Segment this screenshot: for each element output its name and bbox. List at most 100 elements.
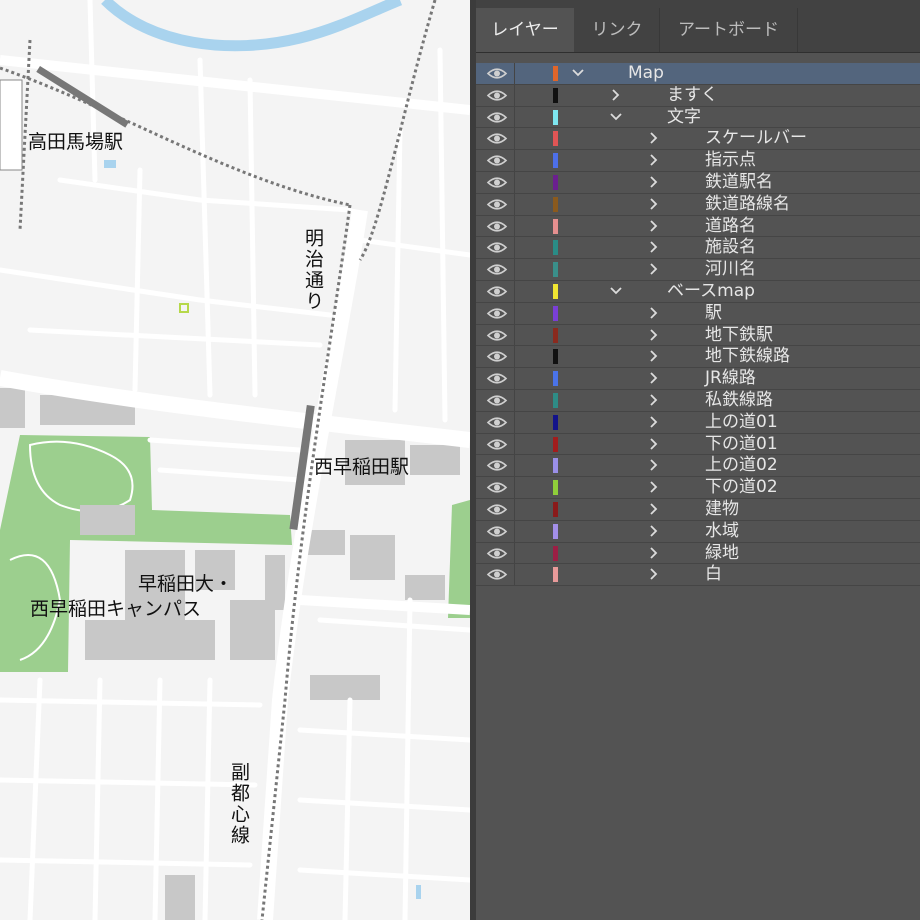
layer-row[interactable]: 指示点 <box>476 150 920 172</box>
visibility-eye-icon[interactable] <box>486 524 508 539</box>
layer-row[interactable]: 私鉄線路 <box>476 389 920 412</box>
chevron-right-icon[interactable] <box>648 219 660 233</box>
lock-column[interactable] <box>514 477 515 498</box>
lock-column[interactable] <box>514 368 515 389</box>
chevron-right-icon[interactable] <box>648 371 660 385</box>
chevron-right-icon[interactable] <box>648 524 660 538</box>
lock-column[interactable] <box>514 542 515 564</box>
lock-column[interactable] <box>514 455 515 477</box>
tab-links[interactable]: リンク <box>575 8 660 52</box>
lock-column[interactable] <box>514 63 515 84</box>
layer-row[interactable]: 下の道01 <box>476 433 920 456</box>
visibility-eye-icon[interactable] <box>486 546 508 561</box>
layer-row[interactable]: 下の道02 <box>476 477 920 499</box>
layer-row[interactable]: 地下鉄駅 <box>476 324 920 347</box>
layer-row[interactable]: スケールバー <box>476 128 920 151</box>
layer-row[interactable]: ますく <box>476 84 920 107</box>
chevron-right-icon[interactable] <box>648 546 660 560</box>
layer-row[interactable]: 上の道01 <box>476 411 920 434</box>
chevron-right-icon[interactable] <box>648 480 660 494</box>
lock-column[interactable] <box>514 193 515 215</box>
layer-row[interactable]: 文字 <box>476 106 920 129</box>
chevron-down-icon[interactable] <box>610 110 622 124</box>
visibility-eye-icon[interactable] <box>486 66 508 81</box>
visibility-eye-icon[interactable] <box>486 306 508 321</box>
layer-row[interactable]: Map <box>476 63 920 85</box>
layer-row[interactable]: 道路名 <box>476 215 920 238</box>
visibility-eye-icon[interactable] <box>486 328 508 343</box>
lock-column[interactable] <box>514 280 515 302</box>
visibility-eye-icon[interactable] <box>486 175 508 190</box>
lock-column[interactable] <box>514 520 515 542</box>
chevron-right-icon[interactable] <box>648 349 660 363</box>
map-canvas[interactable]: 高田馬場駅 明治通り 西早稲田駅 早稲田大・ 西早稲田キャンパス 副都心線 <box>0 0 470 920</box>
chevron-right-icon[interactable] <box>648 328 660 342</box>
visibility-eye-icon[interactable] <box>486 131 508 146</box>
tab-layers[interactable]: レイヤー <box>476 8 574 52</box>
layer-row[interactable]: 鉄道路線名 <box>476 193 920 216</box>
lock-column[interactable] <box>514 564 515 586</box>
lock-column[interactable] <box>514 237 515 259</box>
chevron-right-icon[interactable] <box>648 437 660 451</box>
lock-column[interactable] <box>514 346 515 368</box>
visibility-eye-icon[interactable] <box>486 240 508 255</box>
visibility-eye-icon[interactable] <box>486 393 508 408</box>
layer-row[interactable]: 施設名 <box>476 237 920 260</box>
tab-artboards[interactable]: アートボード <box>660 8 798 52</box>
chevron-right-icon[interactable] <box>610 88 622 102</box>
chevron-right-icon[interactable] <box>648 153 660 167</box>
visibility-eye-icon[interactable] <box>486 197 508 212</box>
chevron-right-icon[interactable] <box>648 197 660 211</box>
lock-column[interactable] <box>514 411 515 433</box>
chevron-right-icon[interactable] <box>648 240 660 254</box>
visibility-eye-icon[interactable] <box>486 88 508 103</box>
visibility-eye-icon[interactable] <box>486 458 508 473</box>
lock-column[interactable] <box>514 498 515 520</box>
layer-row[interactable]: 河川名 <box>476 259 920 281</box>
lock-column[interactable] <box>514 171 515 193</box>
visibility-eye-icon[interactable] <box>486 502 508 517</box>
lock-column[interactable] <box>514 259 515 280</box>
lock-column[interactable] <box>514 324 515 346</box>
lock-column[interactable] <box>514 150 515 171</box>
lock-column[interactable] <box>514 106 515 128</box>
layer-row[interactable]: 緑地 <box>476 542 920 565</box>
layer-row[interactable]: 駅 <box>476 302 920 325</box>
lock-column[interactable] <box>514 389 515 411</box>
visibility-eye-icon[interactable] <box>486 567 508 582</box>
visibility-eye-icon[interactable] <box>486 415 508 430</box>
visibility-eye-icon[interactable] <box>486 153 508 168</box>
visibility-eye-icon[interactable] <box>486 262 508 277</box>
chevron-right-icon[interactable] <box>648 458 660 472</box>
visibility-eye-icon[interactable] <box>486 219 508 234</box>
lock-column[interactable] <box>514 215 515 237</box>
layer-row[interactable]: 地下鉄線路 <box>476 346 920 369</box>
chevron-right-icon[interactable] <box>648 502 660 516</box>
chevron-right-icon[interactable] <box>648 415 660 429</box>
lock-column[interactable] <box>514 433 515 455</box>
chevron-right-icon[interactable] <box>648 175 660 189</box>
visibility-eye-icon[interactable] <box>486 480 508 495</box>
layer-row[interactable]: 建物 <box>476 498 920 521</box>
layer-row[interactable]: 鉄道駅名 <box>476 171 920 194</box>
layer-row[interactable]: JR線路 <box>476 368 920 390</box>
chevron-down-icon[interactable] <box>572 66 584 80</box>
lock-column[interactable] <box>514 128 515 150</box>
chevron-right-icon[interactable] <box>648 131 660 145</box>
lock-column[interactable] <box>514 84 515 106</box>
visibility-eye-icon[interactable] <box>486 349 508 364</box>
visibility-eye-icon[interactable] <box>486 110 508 125</box>
chevron-right-icon[interactable] <box>648 393 660 407</box>
layer-row[interactable]: 水域 <box>476 520 920 543</box>
visibility-eye-icon[interactable] <box>486 284 508 299</box>
visibility-eye-icon[interactable] <box>486 371 508 386</box>
chevron-right-icon[interactable] <box>648 306 660 320</box>
visibility-eye-icon[interactable] <box>486 437 508 452</box>
chevron-down-icon[interactable] <box>610 284 622 298</box>
chevron-right-icon[interactable] <box>648 567 660 581</box>
layer-row[interactable]: 白 <box>476 564 920 587</box>
chevron-right-icon[interactable] <box>648 262 660 276</box>
lock-column[interactable] <box>514 302 515 324</box>
layer-row[interactable]: ベースmap <box>476 280 920 303</box>
layer-row[interactable]: 上の道02 <box>476 455 920 478</box>
